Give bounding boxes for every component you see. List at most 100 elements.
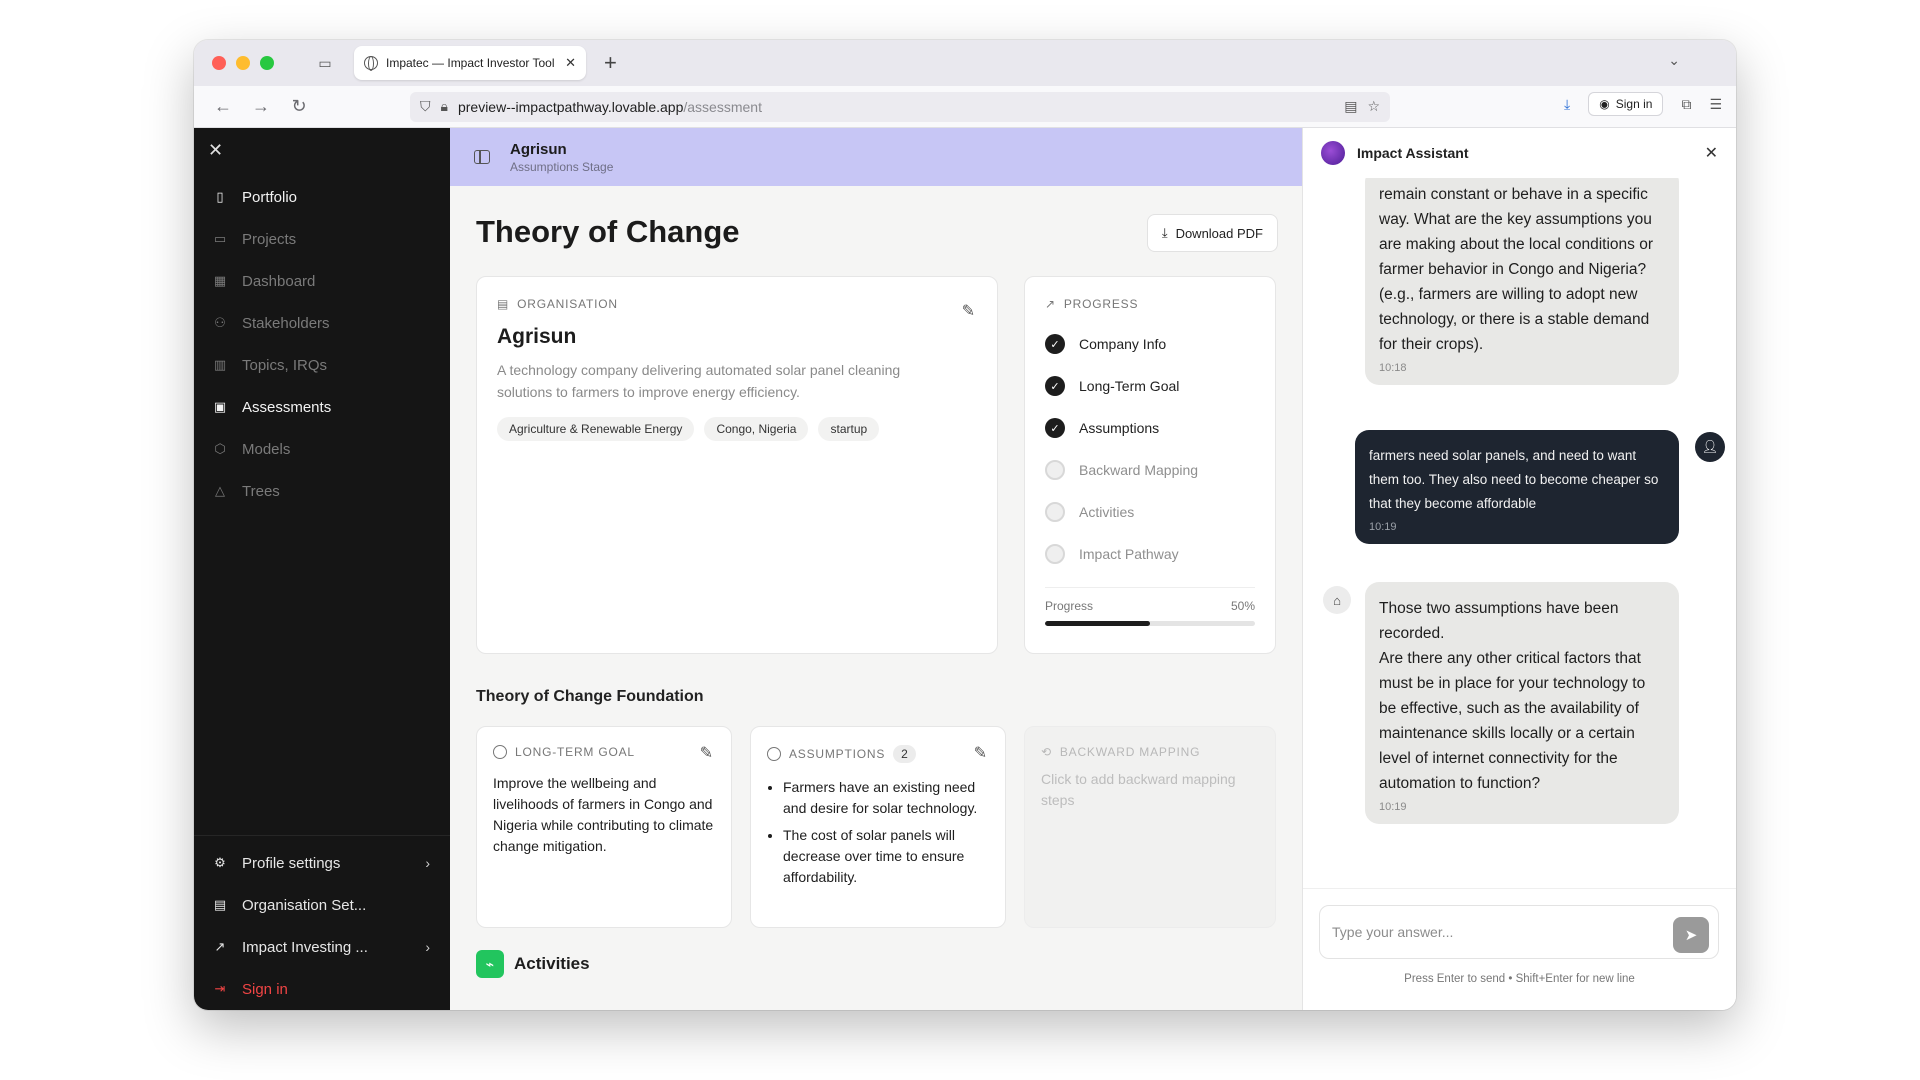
assistant-title: Impact Assistant xyxy=(1357,145,1469,161)
step-label: Activities xyxy=(1079,504,1135,520)
bookmark-star-icon[interactable]: ☆ xyxy=(1367,98,1380,115)
sidebar-item-assessments[interactable]: ▣ Assessments xyxy=(194,386,450,428)
assistant-header: Impact Assistant ✕ xyxy=(1303,128,1736,178)
sidebar-item-dashboard[interactable]: ▦ Dashboard xyxy=(194,260,450,302)
sidebar-item-topics[interactable]: ▥ Topics, IRQs xyxy=(194,344,450,386)
sidebar-item-label: Stakeholders xyxy=(242,314,330,332)
progress-label: Progress xyxy=(1045,599,1094,613)
assumptions-caption-label: ASSUMPTIONS xyxy=(789,747,886,761)
pending-circle-icon xyxy=(1045,544,1065,564)
building-icon: ▤ xyxy=(497,297,510,311)
assistant-logo-icon xyxy=(1321,141,1345,165)
book-icon: ▯ xyxy=(216,189,224,204)
app-area: ✕ ▯ Portfolio ▭ Projects ▦ Dashboard ⚇ S… xyxy=(194,128,1736,1010)
sidebar-item-models[interactable]: ⬡ Models xyxy=(194,428,450,470)
bot-avatar-icon: ⌂ xyxy=(1323,586,1351,614)
sidebar-item-organisation-settings[interactable]: ▤ Organisation Set... xyxy=(194,884,450,926)
sidebar-signin-link[interactable]: ⇥ Sign in xyxy=(194,968,450,1010)
chevron-right-icon: › xyxy=(425,855,430,871)
browser-signin-button[interactable]: ◉ Sign in xyxy=(1588,92,1664,116)
impact-assistant-panel: Impact Assistant ✕ remain constant or be… xyxy=(1302,128,1736,1010)
pending-circle-icon xyxy=(1045,502,1065,522)
lock-icon[interactable]: 🔒︎ xyxy=(441,98,448,115)
sidebar-item-impact-investing[interactable]: ↗ Impact Investing ... › xyxy=(194,926,450,968)
assumptions-caption: ASSUMPTIONS 2 xyxy=(767,745,989,763)
sidebar-item-profile-settings[interactable]: ⚙ Profile settings › xyxy=(194,842,450,884)
menu-icon[interactable]: ☰ xyxy=(1709,96,1722,113)
target-icon xyxy=(493,745,507,759)
edit-goal-icon[interactable]: ✎ xyxy=(700,743,713,763)
sidebar-item-stakeholders[interactable]: ⚇ Stakeholders xyxy=(194,302,450,344)
building-icon: ▤ xyxy=(213,897,227,912)
edit-assumptions-icon[interactable]: ✎ xyxy=(974,743,987,763)
extensions-icon[interactable]: ⧉ xyxy=(1681,96,1691,113)
backward-mapping-card[interactable]: ⟲ BACKWARD MAPPING Click to add backward… xyxy=(1024,726,1276,928)
sidebar-item-portfolio[interactable]: ▯ Portfolio xyxy=(194,176,450,218)
organisation-caption-label: ORGANISATION xyxy=(517,297,618,311)
chevron-down-icon[interactable]: ⌄ xyxy=(1668,52,1680,69)
download-pdf-button[interactable]: ⤓ Download PDF xyxy=(1146,214,1278,252)
trending-up-icon: ↗ xyxy=(214,939,226,954)
login-icon: ⇥ xyxy=(214,981,226,996)
backward-caption-label: BACKWARD MAPPING xyxy=(1059,745,1201,759)
step-impact-pathway: Impact Pathway xyxy=(1045,533,1255,575)
message-text-line2: Are there any other critical factors tha… xyxy=(1379,650,1646,792)
close-window-button[interactable] xyxy=(212,56,226,70)
sidebar-item-projects[interactable]: ▭ Projects xyxy=(194,218,450,260)
circle-icon xyxy=(767,747,781,761)
forward-arrow-icon[interactable]: → xyxy=(246,96,276,117)
minimize-window-button[interactable] xyxy=(236,56,250,70)
step-label: Assumptions xyxy=(1079,420,1160,436)
sidebar-item-label: Trees xyxy=(242,482,280,500)
close-sidebar-icon[interactable]: ✕ xyxy=(208,140,223,161)
download-icon[interactable]: ⤓ xyxy=(1564,96,1570,113)
check-circle-icon: ✓ xyxy=(1045,418,1065,438)
sidebar-footer: ⚙ Profile settings › ▤ Organisation Set.… xyxy=(194,835,450,1010)
back-arrow-icon[interactable]: ← xyxy=(208,96,238,117)
navigation-bar: ← → ↻ ⛉ 🔒︎ preview--impactpathway.lovabl… xyxy=(194,86,1736,128)
step-assumptions: ✓ Assumptions xyxy=(1045,407,1255,449)
address-bar[interactable]: ⛉ 🔒︎ preview--impactpathway.lovable.app/… xyxy=(410,91,1390,122)
sidebar-item-trees[interactable]: △ Trees xyxy=(194,470,450,512)
sidebar-item-label: Assessments xyxy=(242,398,332,416)
toggle-sidebar-icon[interactable] xyxy=(474,150,490,164)
edit-organisation-icon[interactable]: ✎ xyxy=(962,301,975,321)
assumptions-card[interactable]: ASSUMPTIONS 2 ✎ Farmers have an existing… xyxy=(750,726,1006,928)
sidebar-item-label: Projects xyxy=(242,230,297,248)
browser-tab[interactable]: Impatec — Impact Investor Tool ✕ xyxy=(354,46,586,80)
tag-sector: Agriculture & Renewable Energy xyxy=(497,417,695,441)
assistant-input-area: ➤ Press Enter to send • Shift+Enter for … xyxy=(1303,888,1736,1010)
sidebar-item-label: Models xyxy=(242,440,291,458)
answer-input[interactable] xyxy=(1319,905,1719,959)
main-content: Agrisun Assumptions Stage Theory of Chan… xyxy=(450,128,1302,1010)
new-tab-button[interactable]: + xyxy=(604,50,617,76)
trending-up-icon: ↗ xyxy=(1045,297,1056,311)
stage-label: Assumptions Stage xyxy=(510,159,614,174)
sidebar-nav: ▯ Portfolio ▭ Projects ▦ Dashboard ⚇ Sta… xyxy=(194,176,450,512)
send-button[interactable]: ➤ xyxy=(1673,917,1709,953)
shield-icon[interactable]: ⛉ xyxy=(420,98,431,115)
reload-icon[interactable]: ↻ xyxy=(284,96,314,117)
tab-overview-icon[interactable]: ▭ xyxy=(314,52,336,74)
goal-caption-label: LONG-TERM GOAL xyxy=(515,745,635,759)
tab-bar: ▭ Impatec — Impact Investor Tool ✕ + ⌄ xyxy=(194,40,1736,86)
url-text[interactable]: preview--impactpathway.lovable.app/asses… xyxy=(458,99,1334,115)
message-text: farmers need solar panels, and need to w… xyxy=(1369,448,1659,511)
step-label: Long-Term Goal xyxy=(1079,378,1180,394)
reader-view-icon[interactable]: ▤ xyxy=(1344,98,1357,115)
download-pdf-label: Download PDF xyxy=(1175,225,1263,241)
check-circle-icon: ✓ xyxy=(1045,334,1065,354)
close-assistant-icon[interactable]: ✕ xyxy=(1705,143,1718,163)
activity-icon: ⌁ xyxy=(476,950,504,978)
close-tab-icon[interactable]: ✕ xyxy=(565,55,576,71)
backward-mapping-hint: Click to add backward mapping steps xyxy=(1041,771,1236,808)
browser-window: ▭ Impatec — Impact Investor Tool ✕ + ⌄ ←… xyxy=(194,40,1736,1010)
long-term-goal-card[interactable]: LONG-TERM GOAL ✎ Improve the wellbeing a… xyxy=(476,726,732,928)
organisation-caption: ▤ ORGANISATION xyxy=(497,297,977,311)
clipboard-icon: ▣ xyxy=(213,399,227,414)
goal-text: Improve the wellbeing and livelihoods of… xyxy=(493,775,714,854)
folder-icon: ▭ xyxy=(213,231,227,246)
tag-region: Congo, Nigeria xyxy=(704,417,809,441)
globe-icon xyxy=(364,56,378,71)
zoom-window-button[interactable] xyxy=(260,56,274,70)
